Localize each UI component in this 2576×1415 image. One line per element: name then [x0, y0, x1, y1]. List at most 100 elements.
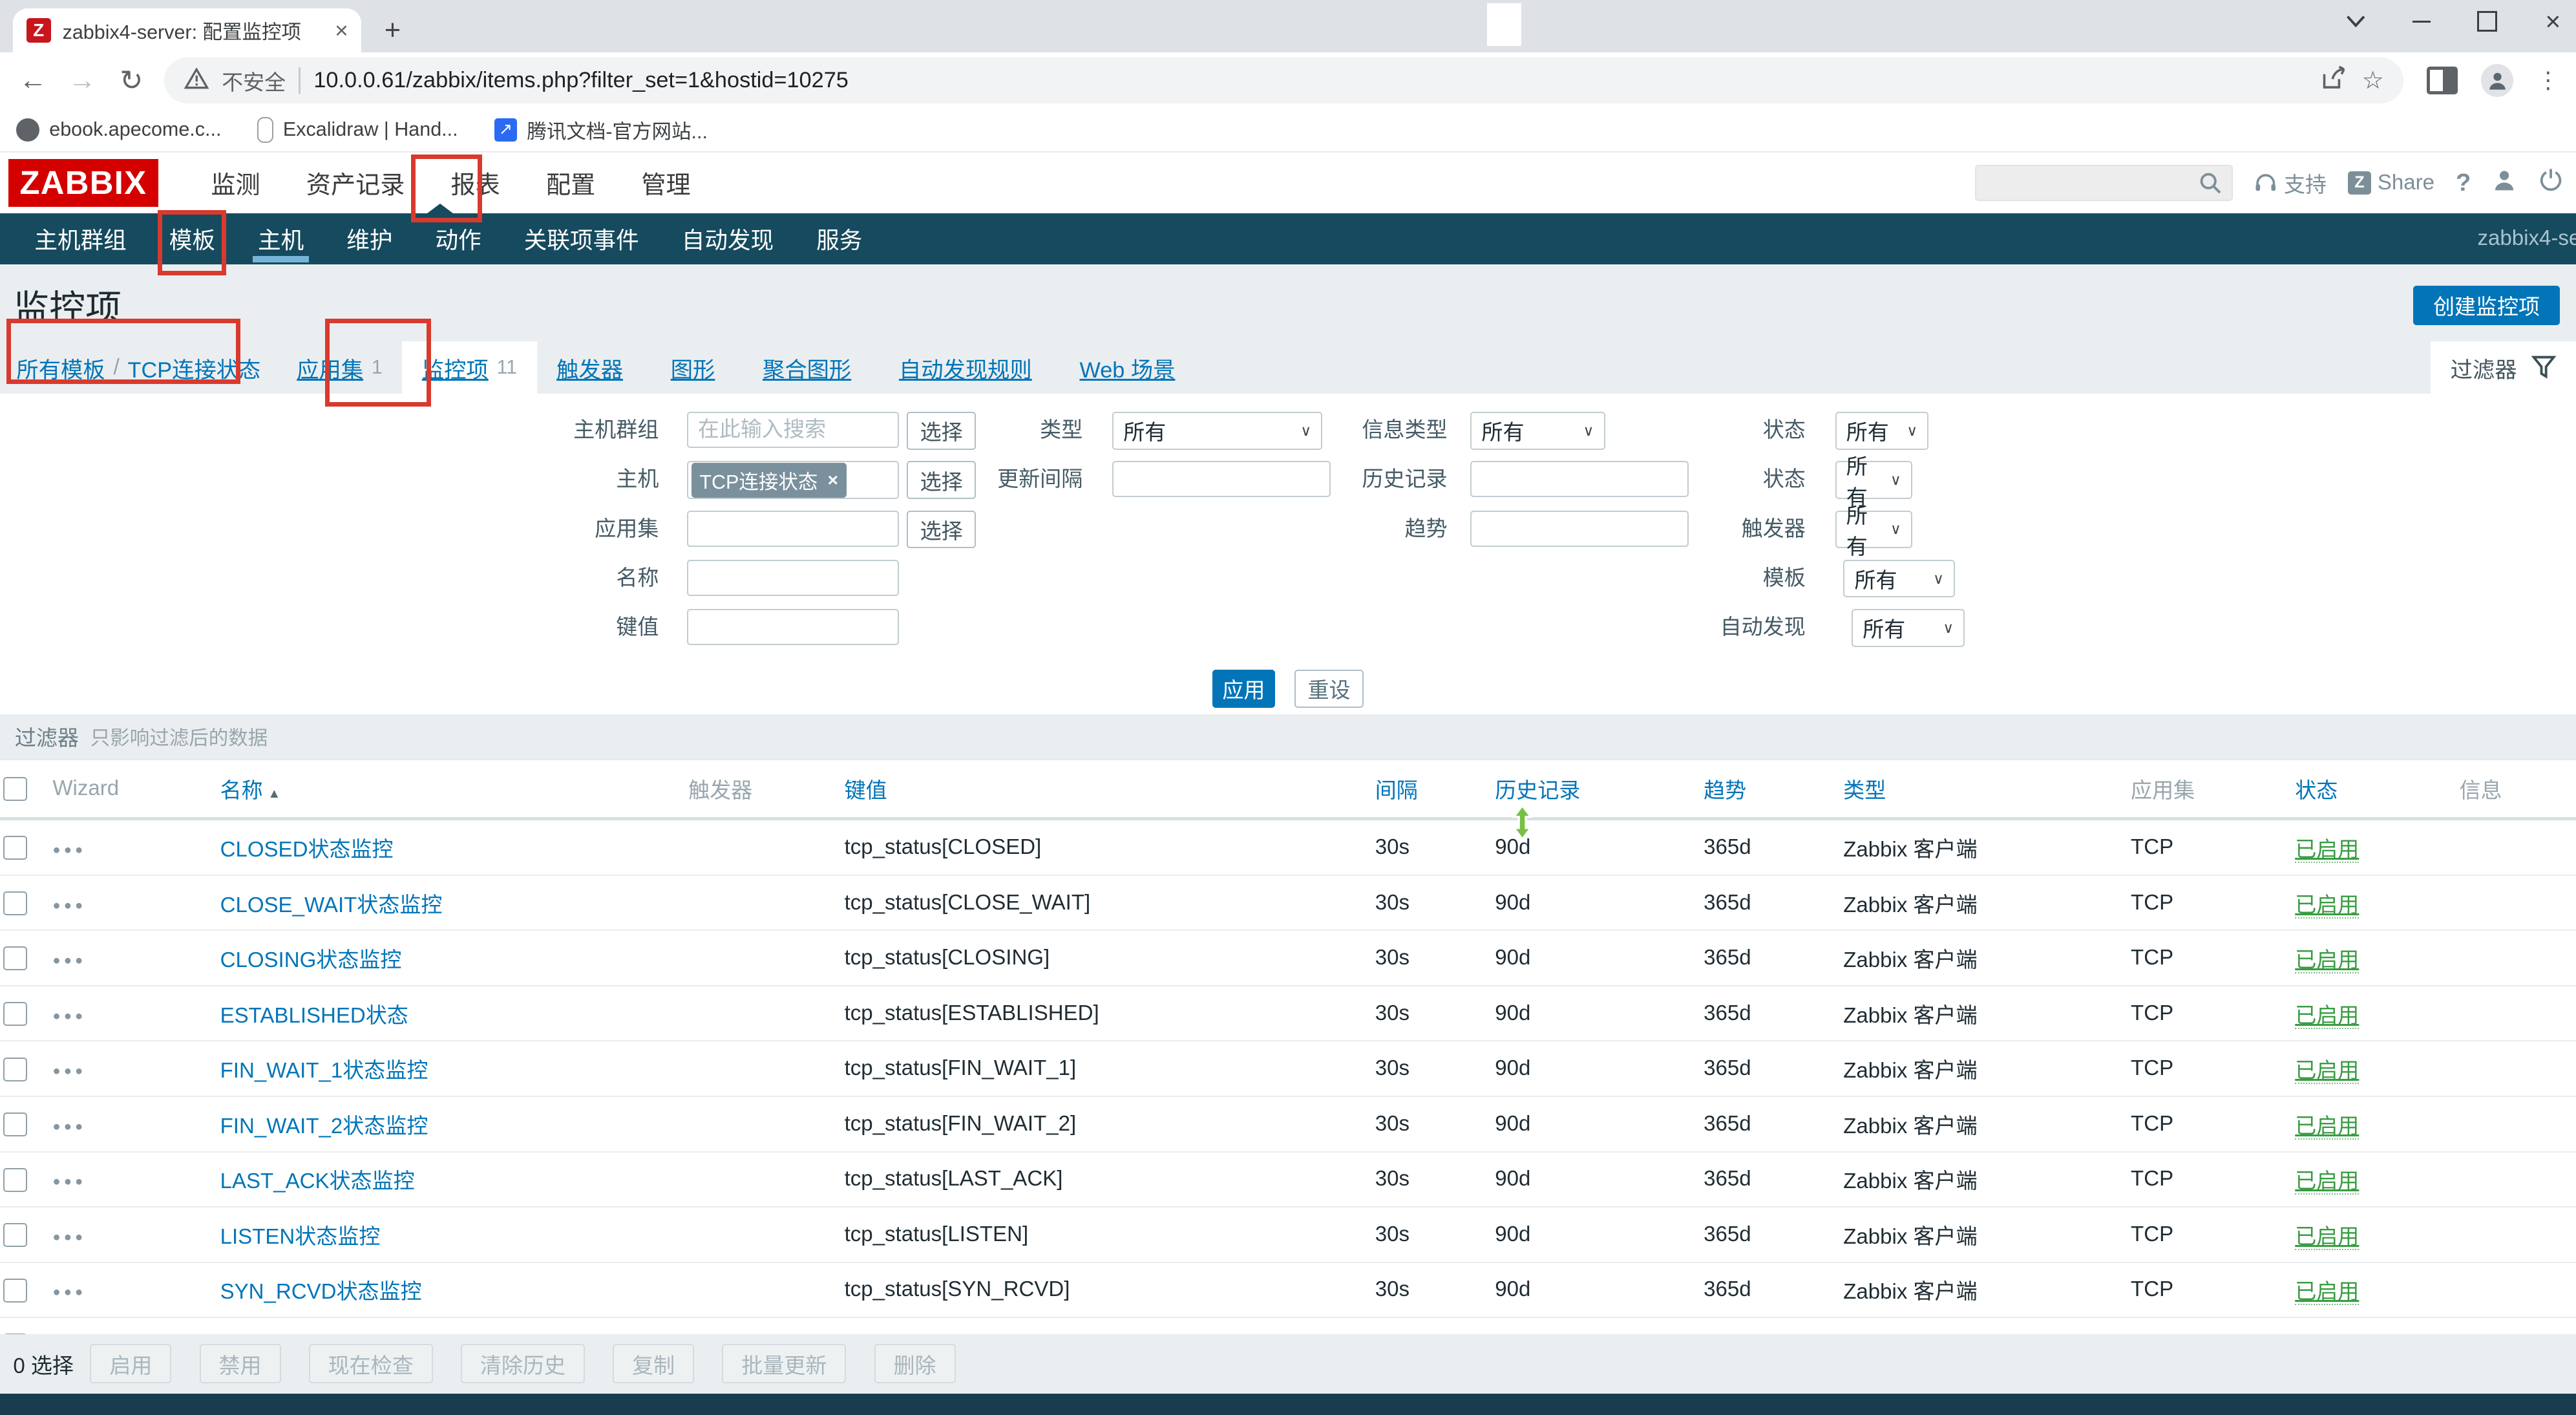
item-status-link[interactable]: 已启用 — [2295, 1225, 2359, 1250]
subnav-item[interactable]: 自动发现 — [660, 213, 795, 264]
wizard-menu-icon[interactable]: ●●● — [52, 1175, 86, 1189]
entity-tab-label[interactable]: 触发器 — [556, 352, 623, 384]
main-nav-item[interactable]: 资产记录 — [283, 165, 428, 200]
entity-tab-label[interactable]: 监控项 — [422, 352, 489, 384]
discovery-select[interactable]: 所有∨ — [1852, 609, 1965, 646]
entity-tab-label[interactable]: Web 场景 — [1079, 352, 1175, 384]
wizard-menu-icon[interactable]: ●●● — [52, 1230, 86, 1244]
col-status[interactable]: 状态 — [2292, 760, 2456, 819]
application-input[interactable] — [687, 511, 899, 547]
mass-action-button[interactable]: 现在检查 — [309, 1344, 433, 1383]
wizard-menu-icon[interactable]: ●●● — [52, 953, 86, 968]
entity-tab[interactable]: Web 场景 — [1060, 341, 1203, 394]
mass-action-button[interactable]: 批量更新 — [722, 1344, 846, 1383]
main-nav-item[interactable]: 监测 — [188, 165, 283, 200]
entity-tab-label[interactable]: 自动发现规则 — [899, 352, 1032, 384]
wizard-menu-icon[interactable]: ●●● — [52, 1285, 86, 1299]
mass-action-button[interactable]: 复制 — [613, 1344, 694, 1383]
triggers-select[interactable]: 所有∨ — [1835, 511, 1912, 548]
breadcrumb-all-templates[interactable]: 所有模板 — [16, 352, 105, 384]
row-checkbox[interactable] — [3, 1112, 27, 1136]
col-type[interactable]: 类型 — [1840, 760, 2127, 819]
row-checkbox[interactable] — [3, 891, 27, 915]
mass-action-button[interactable]: 禁用 — [200, 1344, 281, 1383]
subnav-item[interactable]: 关联项事件 — [503, 213, 660, 264]
close-window-icon[interactable]: × — [2540, 8, 2566, 35]
global-search-input[interactable] — [1975, 165, 2233, 201]
share-link[interactable]: Z Share — [2348, 171, 2434, 195]
url-text[interactable]: 10.0.0.61/zabbix/items.php?filter_set=1&… — [313, 68, 2309, 93]
name-input[interactable] — [687, 560, 899, 596]
entity-tab-label[interactable]: 应用集 — [297, 352, 363, 384]
item-name-link[interactable]: CLOSE_WAIT状态监控 — [220, 893, 443, 917]
apply-button[interactable]: 应用 — [1212, 670, 1275, 707]
entity-tab[interactable]: 触发器 — [537, 341, 651, 394]
status-select[interactable]: 所有∨ — [1835, 412, 1929, 449]
row-checkbox[interactable] — [3, 1002, 27, 1026]
security-label[interactable]: 不安全 — [222, 65, 286, 96]
entity-tab[interactable]: 自动发现规则 — [879, 341, 1060, 394]
item-name-link[interactable]: CLOSED状态监控 — [220, 838, 394, 862]
item-name-link[interactable]: LISTEN状态监控 — [220, 1225, 381, 1249]
entity-tab-label[interactable]: 聚合图形 — [763, 352, 851, 384]
template-select[interactable]: 所有∨ — [1843, 560, 1955, 597]
main-nav-item[interactable]: 报表 — [428, 165, 523, 200]
browser-menu-icon[interactable]: ⋮ — [2537, 67, 2560, 94]
back-icon[interactable]: ← — [16, 65, 49, 96]
wizard-menu-icon[interactable]: ●●● — [52, 1120, 86, 1134]
item-status-link[interactable]: 已启用 — [2295, 948, 2359, 973]
row-checkbox[interactable] — [3, 1223, 27, 1247]
mass-action-button[interactable]: 删除 — [874, 1344, 956, 1383]
item-name-link[interactable]: FIN_WAIT_1状态监控 — [220, 1059, 428, 1083]
main-nav-item[interactable]: 配置 — [523, 165, 618, 200]
col-name[interactable]: 名称▲ — [217, 760, 686, 819]
subnav-item[interactable]: 动作 — [414, 213, 502, 264]
minimize-icon[interactable] — [2409, 8, 2435, 35]
row-checkbox[interactable] — [3, 946, 27, 970]
bookmark-star-icon[interactable]: ☆ — [2362, 66, 2384, 95]
main-nav-item[interactable]: 管理 — [618, 165, 713, 200]
row-checkbox[interactable] — [3, 1168, 27, 1192]
side-panel-icon[interactable] — [2427, 67, 2458, 94]
subnav-item[interactable]: 服务 — [795, 213, 883, 264]
support-link[interactable]: 支持 — [2254, 167, 2327, 198]
item-name-link[interactable]: LAST_ACK状态监控 — [220, 1169, 415, 1193]
wizard-menu-icon[interactable]: ●●● — [52, 899, 86, 913]
row-checkbox[interactable] — [3, 1058, 27, 1081]
item-status-link[interactable]: 已启用 — [2295, 838, 2359, 863]
filter-toggle[interactable]: 过滤器 — [2431, 341, 2576, 394]
maximize-icon[interactable] — [2474, 8, 2500, 35]
wizard-menu-icon[interactable]: ●●● — [52, 1064, 86, 1078]
subnav-item[interactable]: 模板 — [148, 213, 237, 264]
wizard-menu-icon[interactable]: ●●● — [52, 843, 86, 857]
share-icon[interactable] — [2323, 65, 2349, 96]
item-status-link[interactable]: 已启用 — [2295, 1059, 2359, 1084]
entity-tab[interactable]: 应用集 1 — [277, 341, 403, 394]
logout-link[interactable] — [2539, 167, 2563, 198]
col-interval[interactable]: 间隔 — [1372, 760, 1492, 819]
bookmark-item[interactable]: Excalidraw | Hand... — [257, 117, 458, 143]
subnav-item[interactable]: 维护 — [325, 213, 414, 264]
select-all-checkbox[interactable] — [3, 777, 27, 801]
forward-icon[interactable]: → — [66, 65, 99, 96]
browser-profile-avatar[interactable] — [2481, 64, 2514, 97]
entity-tab-label[interactable]: 图形 — [671, 352, 715, 384]
status2-select[interactable]: 所有∨ — [1835, 461, 1912, 498]
tab-search-chevron-icon[interactable] — [2343, 8, 2369, 35]
not-secure-warning-icon[interactable] — [184, 65, 209, 96]
bookmark-item[interactable]: ↗ 腾讯文档-官方网站... — [494, 116, 708, 144]
item-status-link[interactable]: 已启用 — [2295, 893, 2359, 919]
item-status-link[interactable]: 已启用 — [2295, 1169, 2359, 1195]
item-name-link[interactable]: FIN_WAIT_2状态监控 — [220, 1114, 428, 1138]
bookmark-item[interactable]: ebook.apecome.c... — [16, 118, 221, 142]
item-status-link[interactable]: 已启用 — [2295, 1004, 2359, 1029]
subnav-item[interactable]: 主机群组 — [13, 213, 147, 264]
entity-tab[interactable]: 监控项 11 — [402, 341, 536, 394]
mass-action-button[interactable]: 启用 — [90, 1344, 171, 1383]
tab-close-icon[interactable]: × — [335, 17, 348, 44]
item-name-link[interactable]: CLOSING状态监控 — [220, 948, 402, 972]
mass-action-button[interactable]: 清除历史 — [461, 1344, 585, 1383]
key-input[interactable] — [687, 609, 899, 645]
row-checkbox[interactable] — [3, 1279, 27, 1303]
address-field[interactable]: 不安全 10.0.0.61/zabbix/items.php?filter_se… — [164, 58, 2403, 103]
